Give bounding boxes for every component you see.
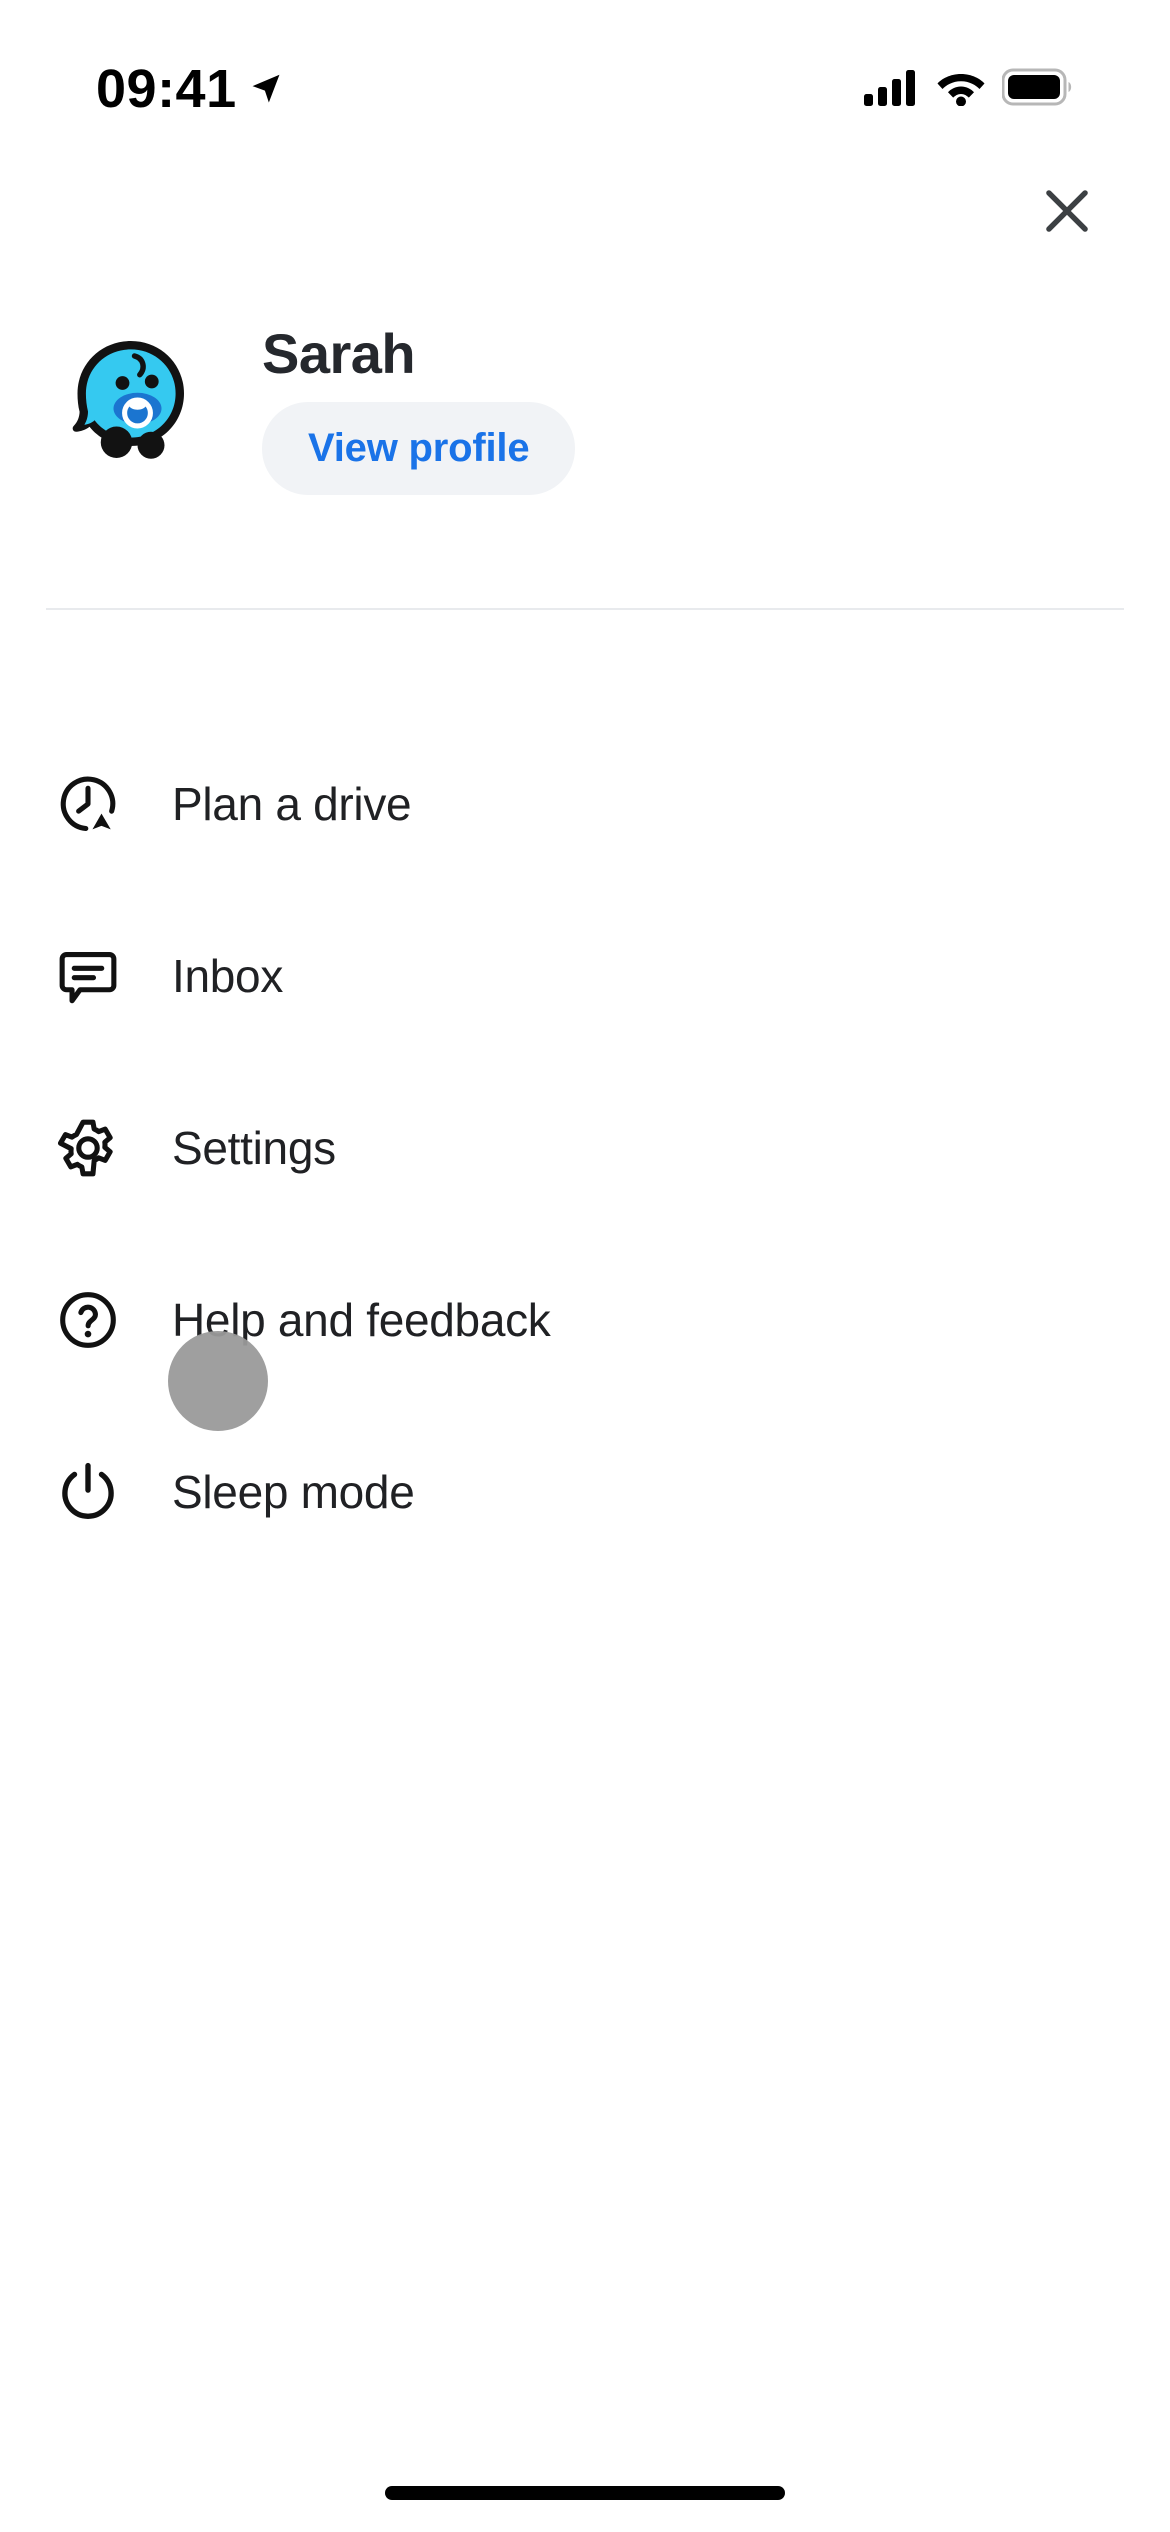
app-screen: 09:41 Sarah View profile Plan a drive In… [0,0,1170,2532]
section-divider [46,608,1124,610]
home-indicator[interactable] [385,2486,785,2500]
menu-item-label: Settings [172,1122,336,1174]
close-x-icon [1036,180,1098,247]
wifi-icon [936,68,986,111]
status-bar-time: 09:41 [96,59,237,119]
menu-item-label: Sleep mode [172,1466,415,1518]
menu-item-settings[interactable]: Settings [0,1062,1170,1234]
profile-name: Sarah [262,322,416,385]
menu-list: Plan a drive Inbox Settings Help and fee… [0,718,1170,1578]
clock-navigation-arrow-icon [52,768,124,840]
view-profile-button[interactable]: View profile [262,401,576,495]
status-bar-left: 09:41 [96,58,285,120]
location-arrow-icon [247,70,285,113]
battery-full-icon [1001,68,1074,111]
chat-bubble-icon [52,940,124,1012]
close-button[interactable] [1024,170,1110,256]
cellular-bars-icon [864,68,920,111]
waze-baby-mood-avatar [52,332,202,487]
avatar[interactable] [52,335,202,485]
status-bar: 09:41 [0,0,1170,150]
status-bar-right [864,68,1074,111]
profile-text-block: Sarah View profile [262,322,576,495]
menu-item-plan-a-drive[interactable]: Plan a drive [0,718,1170,890]
menu-item-label: Inbox [172,950,284,1002]
profile-section: Sarah View profile [0,322,1170,495]
menu-item-label: Help and feedback [172,1294,551,1346]
menu-item-inbox[interactable]: Inbox [0,890,1170,1062]
menu-item-label: Plan a drive [172,778,412,830]
menu-item-sleep-mode[interactable]: Sleep mode [0,1406,1170,1578]
gear-icon [52,1112,124,1184]
question-circle-icon [52,1284,124,1356]
power-icon [52,1456,124,1528]
menu-item-help-and-feedback[interactable]: Help and feedback [0,1234,1170,1406]
